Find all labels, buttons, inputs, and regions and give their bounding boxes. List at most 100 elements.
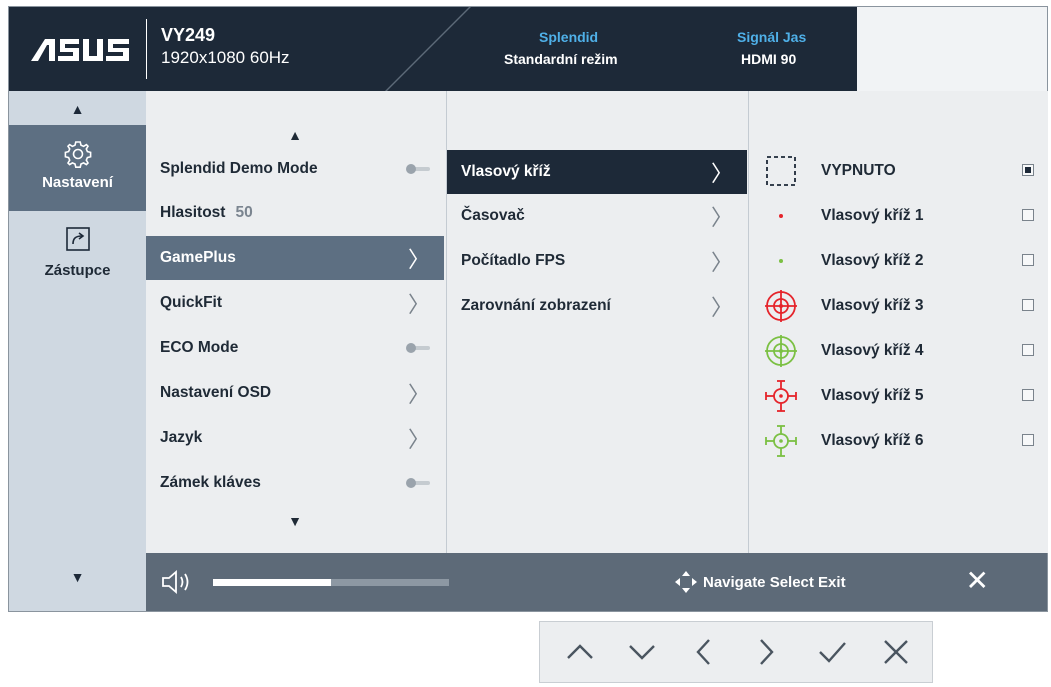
crosshair-checkbox[interactable] xyxy=(1022,344,1034,356)
chevron-right-icon: 〉 xyxy=(407,382,430,407)
close-icon[interactable]: ✕ xyxy=(966,563,989,599)
resolution-text: 1920x1080 60Hz xyxy=(161,48,290,67)
crosshair-option-5[interactable]: Vlasový kříž 5 xyxy=(749,374,1048,418)
sidebar: ▲ Nastavení Zástupce ▼ xyxy=(9,91,146,611)
chevron-right-icon: 〉 xyxy=(407,247,430,272)
crosshair-option-6[interactable]: Vlasový kříž 6 xyxy=(749,419,1048,463)
sidebar-down-arrow-icon[interactable]: ▼ xyxy=(9,569,146,585)
menu-up-arrow-icon[interactable]: ▲ xyxy=(146,127,444,143)
chevron-right-icon: 〉 xyxy=(710,250,733,275)
menu-item-eco-mode[interactable]: ECO Mode xyxy=(146,326,444,370)
crosshair-options: VYPNUTO Vlasový kříž 1 Vlasový kříž 2 Vl… xyxy=(748,91,1048,553)
model-name: VY249 xyxy=(161,25,216,45)
chevron-right-icon: 〉 xyxy=(710,295,733,320)
chevron-right-icon: 〉 xyxy=(407,292,430,317)
menu-item-splendid-demo[interactable]: Splendid Demo Mode xyxy=(146,147,444,191)
chevron-right-icon: 〉 xyxy=(710,205,733,230)
menu-item-gameplus[interactable]: GamePlus 〉 xyxy=(146,236,444,280)
submenu-item-timer[interactable]: Časovač 〉 xyxy=(447,194,747,238)
hardware-keys xyxy=(539,621,933,683)
splendid-value: Standardní režim xyxy=(504,51,618,67)
menu-item-label: ECO Mode xyxy=(160,339,239,356)
crosshair-option-off[interactable]: VYPNUTO xyxy=(749,149,1048,193)
chevron-right-icon: 〉 xyxy=(407,427,430,452)
sidebar-up-arrow-icon[interactable]: ▲ xyxy=(9,101,146,117)
crosshair-checkbox[interactable] xyxy=(1022,299,1034,311)
menu-item-language[interactable]: Jazyk 〉 xyxy=(146,416,444,460)
crosshair-checkbox[interactable] xyxy=(1022,254,1034,266)
signal-value: HDMI 90 xyxy=(741,51,797,67)
volume-bar-fill xyxy=(213,579,331,586)
chevron-right-icon: 〉 xyxy=(710,161,733,186)
chevron-up-icon[interactable] xyxy=(560,634,600,670)
menu-item-label: GamePlus xyxy=(160,249,236,266)
crosshair-checkbox[interactable] xyxy=(1022,434,1034,446)
green-target-icon xyxy=(765,335,797,367)
sidebar-item-shortcut[interactable]: Zástupce xyxy=(9,225,146,305)
submenu-item-crosshair[interactable]: Vlasový kříž 〉 xyxy=(447,150,747,194)
toggle-switch[interactable] xyxy=(406,478,430,488)
menu-item-label: Nastavení OSD xyxy=(160,384,272,401)
green-dot-icon xyxy=(779,259,783,263)
crosshair-checkbox[interactable] xyxy=(1022,209,1034,221)
osd-window: VY249 1920x1080 60Hz Splendid Standardní… xyxy=(8,6,1048,612)
asus-logo xyxy=(31,39,129,61)
red-dot-icon xyxy=(779,214,783,218)
sidebar-item-label: Nastavení xyxy=(42,174,113,191)
crosshair-option-2[interactable]: Vlasový kříž 2 xyxy=(749,239,1048,283)
sidebar-item-settings[interactable]: Nastavení xyxy=(9,125,146,211)
crosshair-option-1[interactable]: Vlasový kříž 1 xyxy=(749,194,1048,238)
toggle-switch[interactable] xyxy=(406,164,430,174)
green-reticle-icon xyxy=(765,425,797,457)
close-icon[interactable] xyxy=(876,634,916,670)
navigate-icon xyxy=(675,571,697,593)
shortcut-icon xyxy=(65,227,90,251)
logo-divider xyxy=(146,19,147,79)
check-icon[interactable] xyxy=(812,634,852,670)
submenu-item-label: Vlasový kříž xyxy=(461,163,551,180)
navigation-hint: Navigate Select Exit xyxy=(673,567,846,597)
chevron-right-icon[interactable] xyxy=(746,634,786,670)
red-target-icon xyxy=(765,290,797,322)
crosshair-option-3[interactable]: Vlasový kříž 3 xyxy=(749,284,1048,328)
submenu-item-label: Počítadlo FPS xyxy=(461,252,566,269)
menu-item-key-lock[interactable]: Zámek kláves xyxy=(146,461,444,505)
red-reticle-icon xyxy=(765,380,797,412)
crosshair-option-label: Vlasový kříž 4 xyxy=(821,342,924,359)
main-menu: ▲ Splendid Demo Mode Hlasitost 50 GamePl… xyxy=(146,91,444,553)
chevron-down-icon[interactable] xyxy=(622,634,662,670)
menu-item-osd-settings[interactable]: Nastavení OSD 〉 xyxy=(146,371,444,415)
menu-item-volume[interactable]: Hlasitost 50 xyxy=(146,191,444,235)
crosshair-option-label: VYPNUTO xyxy=(821,162,896,179)
crosshair-option-4[interactable]: Vlasový kříž 4 xyxy=(749,329,1048,373)
menu-item-label: QuickFit xyxy=(160,294,223,311)
crosshair-option-label: Vlasový kříž 1 xyxy=(821,207,924,224)
submenu-item-display-alignment[interactable]: Zarovnání zobrazení 〉 xyxy=(447,284,747,328)
signal-label: Signál Jas xyxy=(737,29,807,45)
submenu-item-label: Zarovnání zobrazení xyxy=(461,297,611,314)
menu-item-quickfit[interactable]: QuickFit 〉 xyxy=(146,281,444,325)
menu-item-label: Zámek kláves xyxy=(160,474,261,491)
menu-down-arrow-icon[interactable]: ▼ xyxy=(146,513,444,529)
submenu-item-fps-counter[interactable]: Počítadlo FPS 〉 xyxy=(447,239,747,283)
volume-bar[interactable] xyxy=(213,579,449,586)
toggle-switch[interactable] xyxy=(406,343,430,353)
menu-item-label: Splendid Demo Mode xyxy=(160,160,318,177)
crosshair-option-label: Vlasový kříž 3 xyxy=(821,297,924,314)
splendid-label: Splendid xyxy=(539,29,599,45)
crosshair-checkbox[interactable] xyxy=(1022,164,1034,176)
submenu-item-label: Časovač xyxy=(461,207,525,224)
speaker-icon xyxy=(162,570,189,594)
crosshair-checkbox[interactable] xyxy=(1022,389,1034,401)
dashed-square-icon xyxy=(766,156,796,186)
navigation-hint-text: Navigate Select Exit xyxy=(703,573,846,591)
gameplus-submenu: Vlasový kříž 〉 Časovač 〉 Počítadlo FPS 〉… xyxy=(446,91,747,553)
crosshair-option-label: Vlasový kříž 2 xyxy=(821,252,924,269)
crosshair-option-label: Vlasový kříž 6 xyxy=(821,432,924,449)
sidebar-item-label: Zástupce xyxy=(44,262,111,279)
gear-icon xyxy=(64,141,91,168)
chevron-left-icon[interactable] xyxy=(684,634,724,670)
volume-value: 50 xyxy=(235,204,253,221)
menu-item-label: Jazyk xyxy=(160,429,203,446)
bottom-bar: Navigate Select Exit ✕ xyxy=(146,553,1047,611)
